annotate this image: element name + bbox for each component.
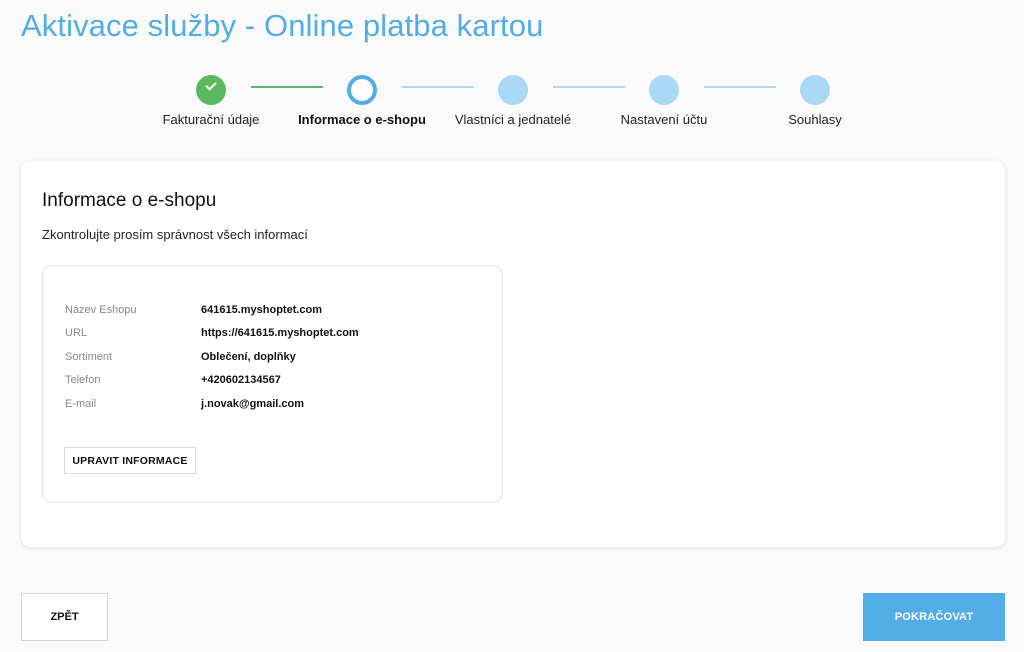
page-title: Aktivace služby - Online platba kartou <box>21 8 544 43</box>
progress-stepper: Fakturační údaje Informace o e-shopu Vla… <box>0 72 1024 132</box>
field-label: E-mail <box>65 398 97 410</box>
field-label: URL <box>65 327 88 339</box>
field-value: Oblečení, doplňky <box>201 351 296 363</box>
card-subtitle: Zkontrolujte prosím správnost všech info… <box>42 227 308 242</box>
step-indicator-done <box>196 75 226 105</box>
step-connector <box>402 86 474 88</box>
step-indicator-future <box>800 75 830 105</box>
page: Aktivace služby - Online platba kartou F… <box>0 0 1024 652</box>
field-label: Název Eshopu <box>65 304 137 316</box>
back-button[interactable]: ZPĚT <box>21 593 108 641</box>
info-row-assortment: Sortiment Oblečení, doplňky <box>65 351 485 367</box>
edit-info-button[interactable]: UPRAVIT INFORMACE <box>64 447 196 474</box>
check-icon <box>205 79 217 91</box>
info-row-url: URL https://641615.myshoptet.com <box>65 327 485 343</box>
field-value: 641615.myshoptet.com <box>201 304 323 316</box>
card-title: Informace o e-shopu <box>42 190 217 211</box>
info-row-email: E-mail j.novak@gmail.com <box>65 398 485 414</box>
step-connector <box>553 86 625 88</box>
step-indicator-current <box>347 75 377 105</box>
step-label: Souhlasy <box>788 112 842 127</box>
field-label: Telefon <box>65 374 101 386</box>
field-value: +420602134567 <box>201 374 281 386</box>
eshop-info-card: Informace o e-shopu Zkontrolujte prosím … <box>21 161 1005 547</box>
field-label: Sortiment <box>65 351 113 363</box>
field-value: https://641615.myshoptet.com <box>201 327 359 339</box>
continue-button[interactable]: POKRAČOVAT <box>863 593 1005 641</box>
step-indicator-future <box>498 75 528 105</box>
step-connector <box>704 86 776 88</box>
info-row-shop-name: Název Eshopu 641615.myshoptet.com <box>65 304 485 320</box>
step-indicator-future <box>649 75 679 105</box>
info-summary-box: Název Eshopu 641615.myshoptet.com URL ht… <box>42 265 503 503</box>
field-value: j.novak@gmail.com <box>201 398 305 410</box>
step-connector <box>251 86 323 88</box>
info-row-phone: Telefon +420602134567 <box>65 374 485 390</box>
